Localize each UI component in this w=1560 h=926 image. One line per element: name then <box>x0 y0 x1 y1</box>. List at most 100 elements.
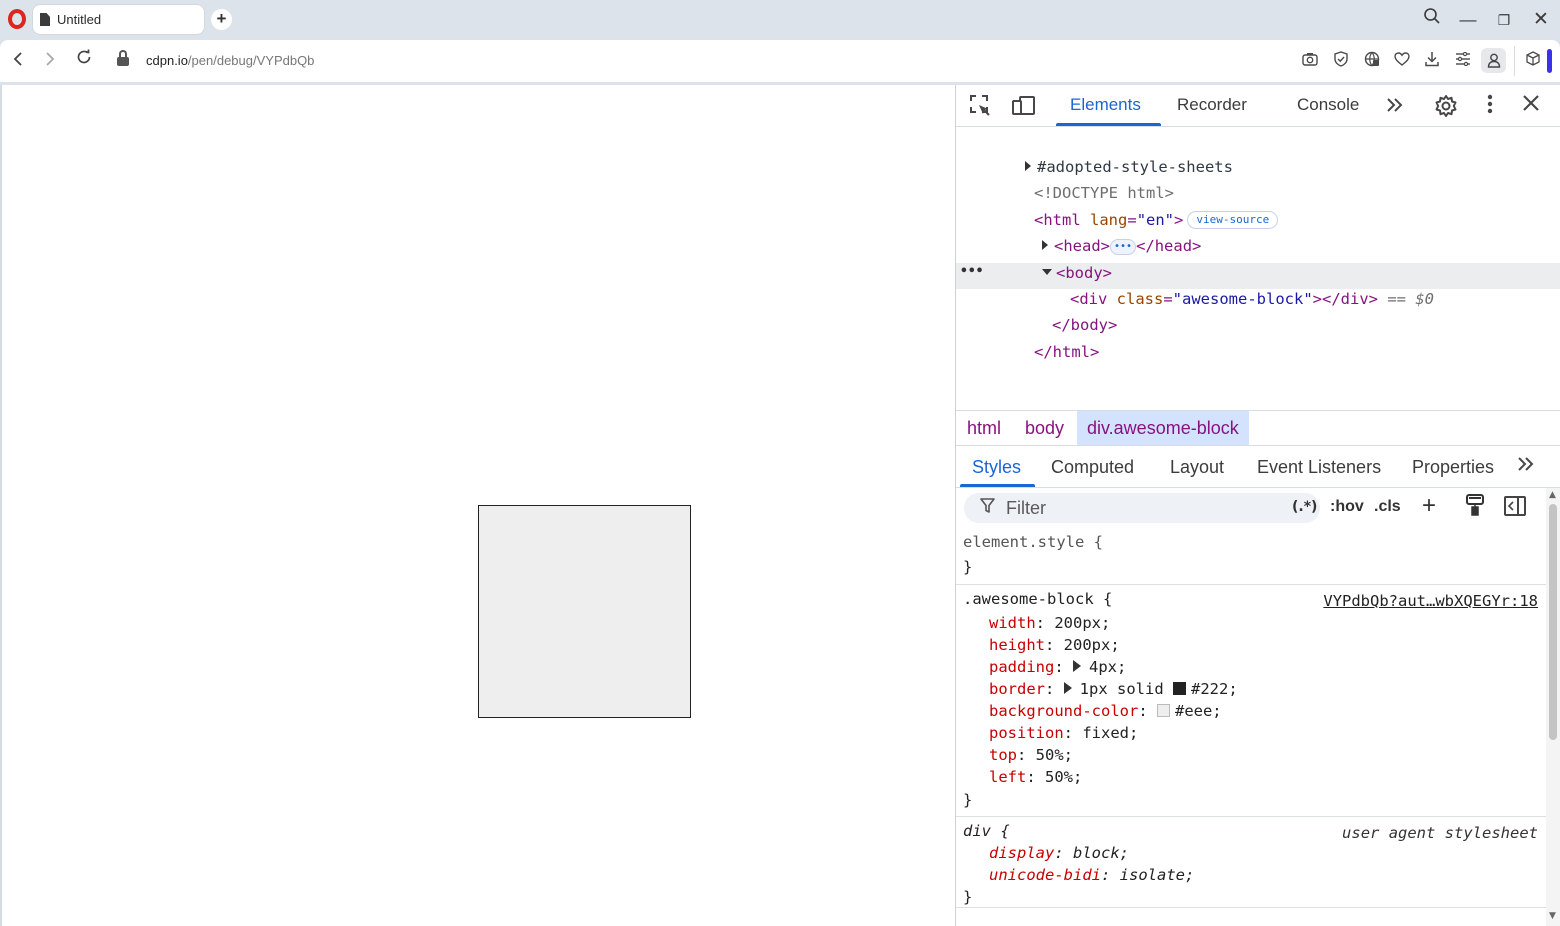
css-prop-unicode-bidi[interactable]: unicode-bidi: isolate; <box>989 864 1194 886</box>
paint-brush-icon[interactable] <box>1465 494 1485 522</box>
breadcrumb: html body div.awesome-block <box>956 410 1560 446</box>
regex-toggle-button[interactable]: (.*) <box>1292 499 1317 515</box>
document-icon <box>40 13 50 26</box>
dom-tree: ••• #adopted-style-sheets <!DOCTYPE html… <box>956 127 1560 410</box>
tab-strip: Untitled + — ❐ ✕ <box>0 0 1560 40</box>
element-style-rule: element.style { } <box>956 528 1546 585</box>
restore-button[interactable]: ❐ <box>1490 6 1518 34</box>
expand-shorthand-icon[interactable] <box>1073 660 1081 672</box>
awesome-block <box>478 505 691 718</box>
extensions-icon[interactable] <box>1523 51 1543 71</box>
toggle-sidebar-icon[interactable] <box>1504 496 1526 516</box>
shield-icon[interactable] <box>1331 51 1351 71</box>
more-subtabs-icon[interactable] <box>1517 455 1535 478</box>
tab-elements[interactable]: Elements <box>1070 95 1141 115</box>
awesome-block-selector[interactable]: .awesome-block { <box>963 588 1112 610</box>
devtools-toolbar: Elements Recorder Console <box>956 85 1560 127</box>
class-toggle-button[interactable]: .cls <box>1374 498 1401 516</box>
css-prop-top[interactable]: top: 50%; <box>989 744 1073 766</box>
tab-event-listeners[interactable]: Event Listeners <box>1257 457 1381 478</box>
styles-scrollbar[interactable]: ▲ ▼ <box>1546 488 1560 926</box>
scroll-up-arrow-icon[interactable]: ▲ <box>1549 490 1556 500</box>
tab-properties[interactable]: Properties <box>1412 457 1494 478</box>
active-subtab-indicator <box>960 484 1035 487</box>
ua-div-selector[interactable]: div { <box>963 820 1010 842</box>
css-prop-left[interactable]: left: 50%; <box>989 766 1082 788</box>
awesome-block-rule: .awesome-block { VYPdbQb?aut…wbXQEGYr:18… <box>956 586 1546 817</box>
scrollbar-thumb[interactable] <box>1549 504 1557 740</box>
tab-styles[interactable]: Styles <box>972 457 1021 478</box>
collapsed-content-badge[interactable]: ••• <box>1110 239 1137 255</box>
tab-recorder[interactable]: Recorder <box>1177 95 1247 115</box>
reload-button[interactable] <box>72 48 96 72</box>
color-swatch-dark[interactable] <box>1173 682 1186 695</box>
stylesheet-source-link[interactable]: VYPdbQb?aut…wbXQEGYr:18 <box>1323 592 1538 610</box>
lock-icon[interactable] <box>117 50 129 67</box>
rule-close-brace: } <box>963 888 973 906</box>
new-style-rule-button[interactable]: + <box>1422 492 1436 520</box>
css-prop-display[interactable]: display: block; <box>989 842 1129 864</box>
url-host: cdpn.io <box>146 53 188 68</box>
tab-title: Untitled <box>57 12 102 27</box>
more-options-icon[interactable] <box>1477 94 1503 118</box>
css-prop-width[interactable]: width: 200px; <box>989 612 1110 634</box>
dom-node-body[interactable]: <body> <box>986 237 1112 282</box>
breadcrumb-html[interactable]: html <box>957 411 1011 445</box>
sidebar-indicator[interactable] <box>1547 49 1552 73</box>
hover-state-button[interactable]: :hov <box>1330 498 1364 516</box>
tab-layout[interactable]: Layout <box>1170 457 1224 478</box>
heart-icon[interactable] <box>1392 51 1412 71</box>
camera-icon[interactable] <box>1300 51 1320 71</box>
close-devtools-icon[interactable] <box>1518 94 1544 118</box>
node-actions-dots[interactable]: ••• <box>960 264 983 279</box>
close-window-button[interactable]: ✕ <box>1527 6 1555 34</box>
dom-node-doctype[interactable]: <!DOCTYPE html> <box>978 157 1174 202</box>
url-path: /pen/debug/VYPdbQb <box>187 53 315 68</box>
css-prop-background-color[interactable]: background-color: #eee; <box>989 700 1222 722</box>
rule-close-brace: } <box>963 791 973 809</box>
tab-computed[interactable]: Computed <box>1051 457 1134 478</box>
scroll-down-arrow-icon[interactable]: ▼ <box>1549 911 1556 921</box>
easy-setup-icon[interactable] <box>1453 51 1473 71</box>
dom-node-adopted-stylesheets[interactable]: #adopted-style-sheets <box>969 131 1233 176</box>
filter-funnel-icon <box>980 498 995 518</box>
styles-filter-input[interactable] <box>1006 498 1276 518</box>
devtools-panel: Elements Recorder Console ••• #adopted-s… <box>955 85 1560 926</box>
user-agent-div-rule: div { user agent stylesheet display: blo… <box>956 818 1546 908</box>
rule-close-brace: } <box>963 558 973 576</box>
color-swatch-light[interactable] <box>1156 704 1170 717</box>
dom-node-html-close[interactable]: </html> <box>978 316 1099 361</box>
tab-console[interactable]: Console <box>1297 95 1359 115</box>
dom-node-html[interactable]: <html lang="en"> view-source <box>978 184 1279 229</box>
inspect-element-icon[interactable] <box>968 94 994 118</box>
element-style-selector[interactable]: element.style { <box>963 531 1103 553</box>
dom-node-head[interactable]: <head> ••• </head> <box>986 210 1201 255</box>
breadcrumb-body[interactable]: body <box>1015 411 1074 445</box>
page-viewport <box>0 85 955 926</box>
search-tabs-icon[interactable] <box>1418 6 1446 34</box>
profile-button[interactable] <box>1481 48 1506 73</box>
css-prop-padding[interactable]: padding: 4px; <box>989 656 1126 678</box>
css-prop-height[interactable]: height: 200px; <box>989 634 1120 656</box>
settings-gear-icon[interactable] <box>1433 94 1459 118</box>
vpn-icon[interactable] <box>1362 51 1382 71</box>
browser-tab[interactable]: Untitled <box>33 5 204 34</box>
opera-logo-icon[interactable] <box>8 9 26 29</box>
minimize-button[interactable]: — <box>1454 6 1482 34</box>
back-button[interactable] <box>6 48 30 72</box>
device-toolbar-icon[interactable] <box>1011 94 1037 118</box>
css-prop-position[interactable]: position: fixed; <box>989 722 1138 744</box>
breadcrumb-div-awesome-block[interactable]: div.awesome-block <box>1077 411 1249 445</box>
css-prop-border[interactable]: border: 1px solid #222; <box>989 678 1238 700</box>
dom-node-body-close[interactable]: </body> <box>996 289 1117 334</box>
dom-node-div-awesome-block[interactable]: <div class="awesome-block"></div> == $0 <box>1014 263 1434 308</box>
user-agent-stylesheet-label: user agent stylesheet <box>1342 824 1538 842</box>
address-bar: cdpn.io/pen/debug/VYPdbQb <box>0 40 1560 82</box>
more-tabs-icon[interactable] <box>1382 94 1408 118</box>
download-icon[interactable] <box>1422 51 1442 71</box>
forward-button[interactable] <box>38 48 62 72</box>
expand-shorthand-icon[interactable] <box>1063 682 1072 694</box>
new-tab-button[interactable]: + <box>211 9 232 30</box>
url-field[interactable]: cdpn.io/pen/debug/VYPdbQb <box>146 53 314 68</box>
styles-filter-bar: (.*) <box>964 493 1320 523</box>
